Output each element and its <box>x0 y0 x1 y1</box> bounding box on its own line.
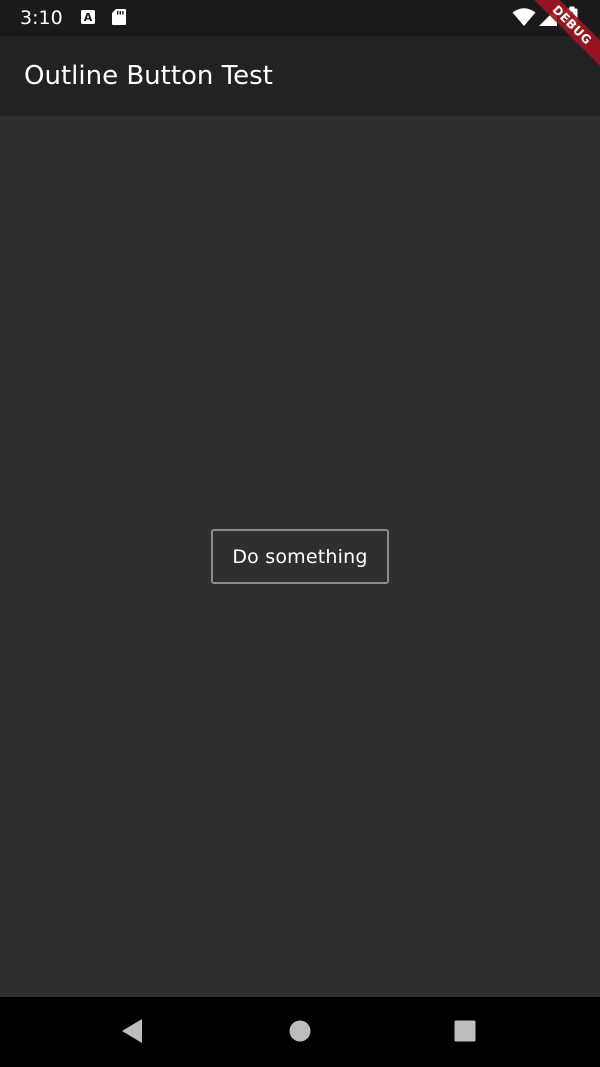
wifi-icon <box>512 7 536 31</box>
app-bar: Outline Button Test <box>0 36 600 116</box>
recents-icon <box>453 1019 477 1047</box>
navigation-bar <box>0 997 600 1067</box>
home-icon <box>288 1019 312 1047</box>
back-icon <box>120 1018 144 1048</box>
sd-card-icon <box>111 8 127 30</box>
do-something-button-label: Do something <box>232 545 368 568</box>
do-something-button[interactable]: Do something <box>211 529 389 584</box>
status-bar: 3:10 A <box>0 0 600 36</box>
nav-back-button[interactable] <box>114 1015 150 1051</box>
status-time: 3:10 <box>20 7 63 29</box>
a-badge-icon: A <box>80 8 96 30</box>
app-screen: 3:10 A Outline Button Test Do something … <box>0 0 600 1067</box>
cell-signal-icon <box>538 7 558 31</box>
nav-home-button[interactable] <box>282 1015 318 1051</box>
nav-recents-button[interactable] <box>447 1015 483 1051</box>
battery-charging-icon <box>566 6 578 32</box>
app-bar-title: Outline Button Test <box>24 61 273 91</box>
svg-text:A: A <box>84 11 93 24</box>
